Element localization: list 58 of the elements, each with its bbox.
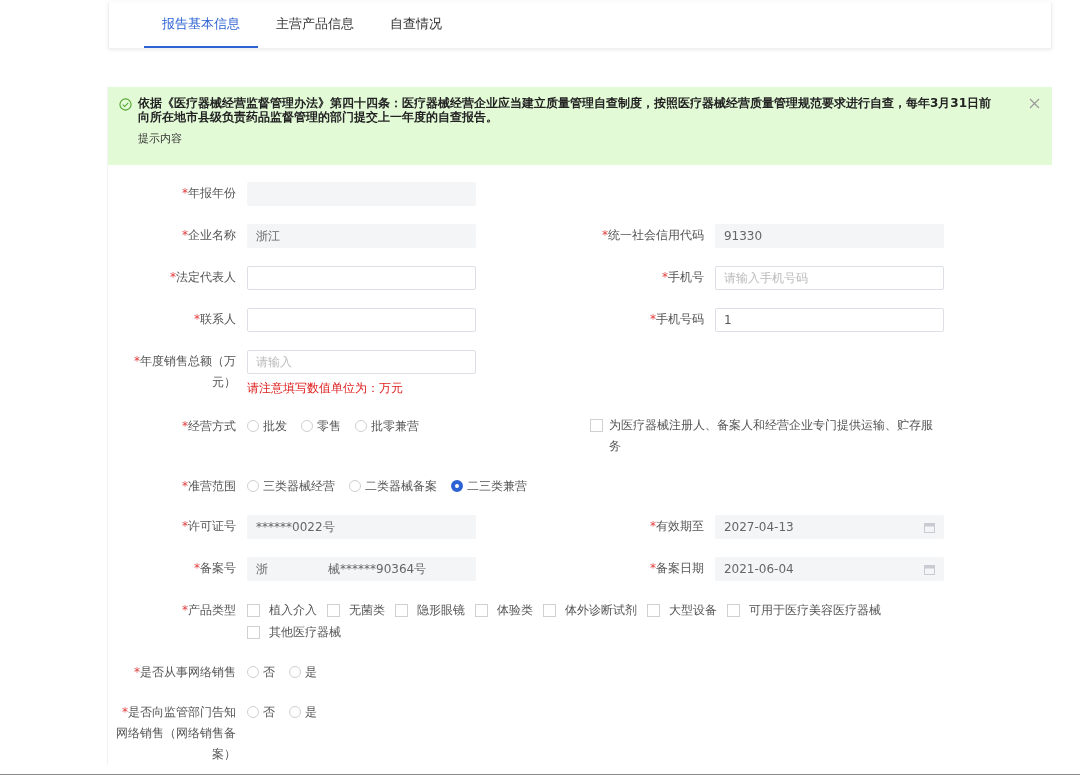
checkbox-option[interactable]: 可用于医疗美容医疗器械 bbox=[727, 599, 881, 621]
field-label: *准营范围 bbox=[181, 478, 236, 495]
checkbox-option[interactable]: 植入介入 bbox=[247, 599, 317, 621]
field-label: *法定代表人 bbox=[169, 269, 236, 286]
tab[interactable]: 自查情况 bbox=[372, 2, 460, 48]
field-label: *手机号码 bbox=[648, 311, 704, 328]
checkbox-option[interactable]: 其他医疗器械 bbox=[247, 621, 341, 643]
field-label: *产品类型 bbox=[181, 602, 236, 619]
alert-message: 依据《医疗器械经营监督管理办法》第四十四条：医疗器械经营企业应当建立质量管理自查制度，按照医疗器械经营质量管理规范要求进行自查，每年3月31日前向所在地市县级负责药品监督管理的部门提交上一年度的自查报告。 bbox=[138, 96, 993, 124]
input-field[interactable] bbox=[247, 308, 476, 332]
checkbox-option[interactable]: 大型设备 bbox=[647, 599, 717, 621]
radio-option[interactable]: 三类器械经营 bbox=[247, 475, 335, 497]
field-label: *企业名称 bbox=[181, 227, 236, 244]
radio-option[interactable]: 否 bbox=[247, 661, 275, 683]
checkbox[interactable] bbox=[589, 419, 603, 432]
input-field[interactable]: 请输入手机号码 bbox=[714, 266, 944, 290]
date-field[interactable]: 2021-06-04 bbox=[714, 557, 944, 581]
radio-option[interactable]: 批发 bbox=[247, 415, 287, 437]
field-label: *联系人 bbox=[193, 311, 236, 328]
readonly-field[interactable]: ******0022号 bbox=[247, 515, 476, 539]
input-field[interactable]: 请输入 bbox=[247, 350, 476, 374]
checkbox-option[interactable]: 无菌类 bbox=[327, 599, 385, 621]
checkbox-option[interactable]: 隐形眼镜 bbox=[395, 599, 465, 621]
readonly-field[interactable]: 浙 械******90364号 bbox=[247, 557, 476, 581]
field-label: *许可证号 bbox=[181, 518, 236, 535]
tab[interactable]: 主营产品信息 bbox=[258, 2, 372, 48]
close-icon[interactable] bbox=[1029, 98, 1040, 109]
checkbox-option[interactable]: 体外诊断试剂 bbox=[543, 599, 637, 621]
radio-option[interactable]: 批零兼营 bbox=[355, 415, 419, 437]
radio-option[interactable]: 二类器械备案 bbox=[349, 475, 437, 497]
input-field[interactable]: 1 bbox=[714, 308, 944, 332]
radio-option[interactable]: 是 bbox=[289, 701, 317, 723]
radio-option[interactable]: 是 bbox=[289, 661, 317, 683]
check-circle-icon bbox=[119, 98, 132, 111]
input-field[interactable] bbox=[247, 266, 476, 290]
field-label: *备案日期 bbox=[648, 560, 704, 577]
checkbox-label: 为医疗器械注册人、备案人和经营企业专门提供运输、贮存服务 bbox=[608, 417, 934, 455]
field-label: *年报年份 bbox=[181, 185, 236, 202]
date-field[interactable]: 2027-04-13 bbox=[714, 515, 944, 539]
field-label: *是否从事网络销售 bbox=[133, 664, 236, 681]
field-label: *有效期至 bbox=[648, 518, 704, 535]
field-label: *备案号 bbox=[193, 560, 236, 577]
error-text: 请注意填写数值单位为：万元 bbox=[247, 380, 404, 397]
radio-option[interactable]: 否 bbox=[247, 701, 275, 723]
field-label: *经营方式 bbox=[181, 418, 236, 435]
field-label: *手机号 bbox=[660, 269, 704, 286]
calendar-icon bbox=[923, 563, 935, 575]
checkbox-option[interactable]: 体验类 bbox=[475, 599, 533, 621]
radio-option[interactable]: 零售 bbox=[301, 415, 341, 437]
calendar-icon bbox=[923, 521, 935, 533]
readonly-field[interactable]: 浙江 bbox=[247, 224, 476, 248]
readonly-field[interactable]: 91330 bbox=[714, 224, 944, 248]
field-label: *年度销售总额（万元） bbox=[133, 353, 236, 391]
field-label: *是否向监管部门告知网络销售（网络销售备案） bbox=[115, 704, 236, 763]
tab[interactable]: 报告基本信息 bbox=[144, 2, 258, 48]
alert-description: 提示内容 bbox=[138, 131, 183, 146]
field-label: *统一社会信用代码 bbox=[600, 227, 704, 244]
radio-option[interactable]: 二三类兼营 bbox=[451, 475, 527, 497]
